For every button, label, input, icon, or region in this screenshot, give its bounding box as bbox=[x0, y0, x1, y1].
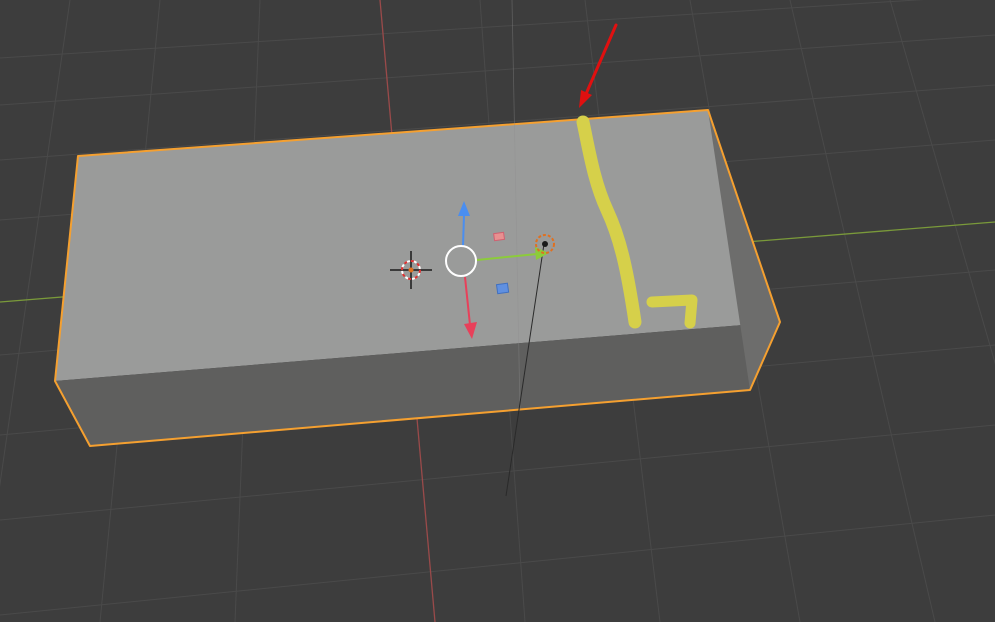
3d-viewport[interactable] bbox=[0, 0, 995, 622]
gizmo-z-axis[interactable] bbox=[462, 214, 465, 247]
gizmo-xz-plane-handle[interactable] bbox=[493, 231, 506, 242]
gizmo-xy-plane-handle[interactable] bbox=[495, 282, 510, 295]
viewport-canvas[interactable] bbox=[0, 0, 995, 622]
object-origin-icon bbox=[408, 267, 414, 273]
